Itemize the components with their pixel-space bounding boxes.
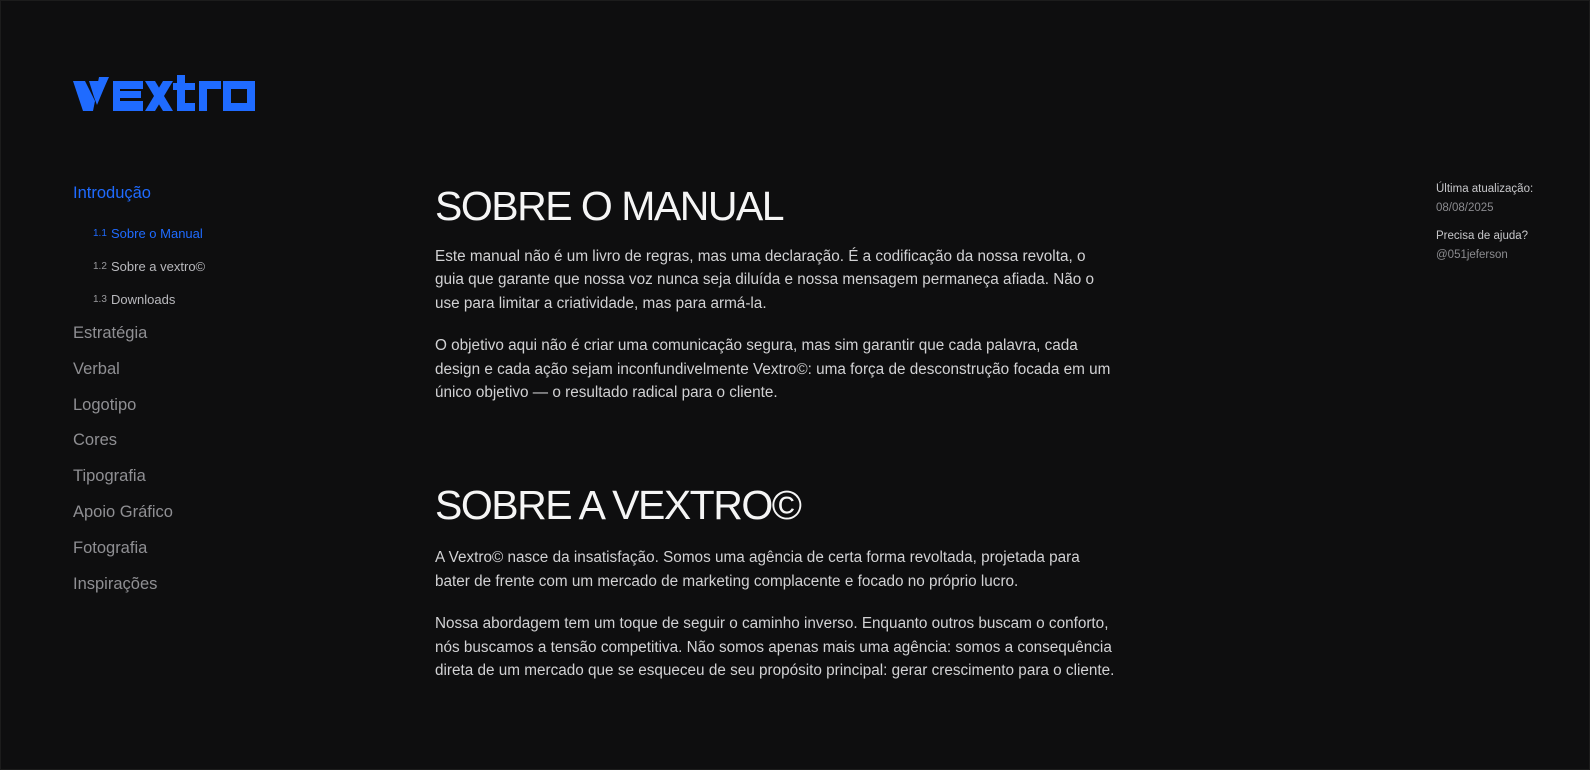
last-updated-label: Última atualização: xyxy=(1436,183,1534,195)
sidebar-item-inspiracoes[interactable]: Inspirações xyxy=(73,572,333,596)
sidebar-sublist: 1.1 Sobre o Manual 1.2 Sobre a vextro© 1… xyxy=(93,217,333,316)
subitem-number: 1.1 xyxy=(93,228,107,239)
last-updated-value: 08/08/2025 xyxy=(1436,202,1494,214)
section-title: SOBRE O MANUAL xyxy=(435,183,785,229)
main-content: SOBRE O MANUAL Este manual não é um livr… xyxy=(435,179,1115,682)
sidebar-item-introducao[interactable]: Introdução xyxy=(73,181,333,205)
sidebar-item-verbal[interactable]: Verbal xyxy=(73,357,333,381)
sidebar-item-estrategia[interactable]: Estratégia xyxy=(73,321,333,345)
help-contact-link[interactable]: @051jeferson xyxy=(1436,247,1576,263)
section-sobre-o-manual: SOBRE O MANUAL Este manual não é um livr… xyxy=(435,179,1115,404)
section-paragraph: Nossa abordagem tem um toque de seguir o… xyxy=(435,615,1115,680)
sidebar-item-logotipo[interactable]: Logotipo xyxy=(73,393,333,417)
page-meta: Última atualização: 08/08/2025 Precisa d… xyxy=(1436,181,1576,263)
sidebar-item-apoio-grafico[interactable]: Apoio Gráfico xyxy=(73,500,333,524)
sidebar-item-fotografia[interactable]: Fotografia xyxy=(73,536,333,560)
sidebar-item-tipografia[interactable]: Tipografia xyxy=(73,464,333,488)
section-title: SOBRE A VEXTRO© xyxy=(435,482,802,529)
logo-mark xyxy=(73,75,255,111)
sidebar-subitem-sobre-a-vextro[interactable]: 1.2 Sobre a vextro© xyxy=(93,250,333,283)
sidebar-nav: Introdução 1.1 Sobre o Manual 1.2 Sobre … xyxy=(73,181,333,607)
section-paragraph: O objetivo aqui não é criar uma comunica… xyxy=(435,337,1111,402)
vextro-logo[interactable]: vextro xyxy=(73,73,255,111)
section-sobre-a-vextro: SOBRE A VEXTRO© A Vextro© nasce da insat… xyxy=(435,478,1115,682)
subitem-number: 1.3 xyxy=(93,294,107,305)
subitem-label: Sobre a vextro© xyxy=(111,259,206,274)
subitem-label: Downloads xyxy=(111,292,176,307)
help-label: Precisa de ajuda? xyxy=(1436,230,1529,242)
section-paragraph: Este manual não é um livro de regras, ma… xyxy=(435,248,1095,312)
sidebar-item-cores[interactable]: Cores xyxy=(73,428,333,452)
subitem-number: 1.2 xyxy=(93,261,107,272)
sidebar-subitem-sobre-o-manual[interactable]: 1.1 Sobre o Manual xyxy=(93,217,333,250)
sidebar-subitem-downloads[interactable]: 1.3 Downloads xyxy=(93,283,333,316)
page: vextro xyxy=(0,0,1590,770)
section-paragraph: A Vextro© nasce da insatisfação. Somos u… xyxy=(435,549,1080,590)
subitem-label: Sobre o Manual xyxy=(111,226,203,241)
